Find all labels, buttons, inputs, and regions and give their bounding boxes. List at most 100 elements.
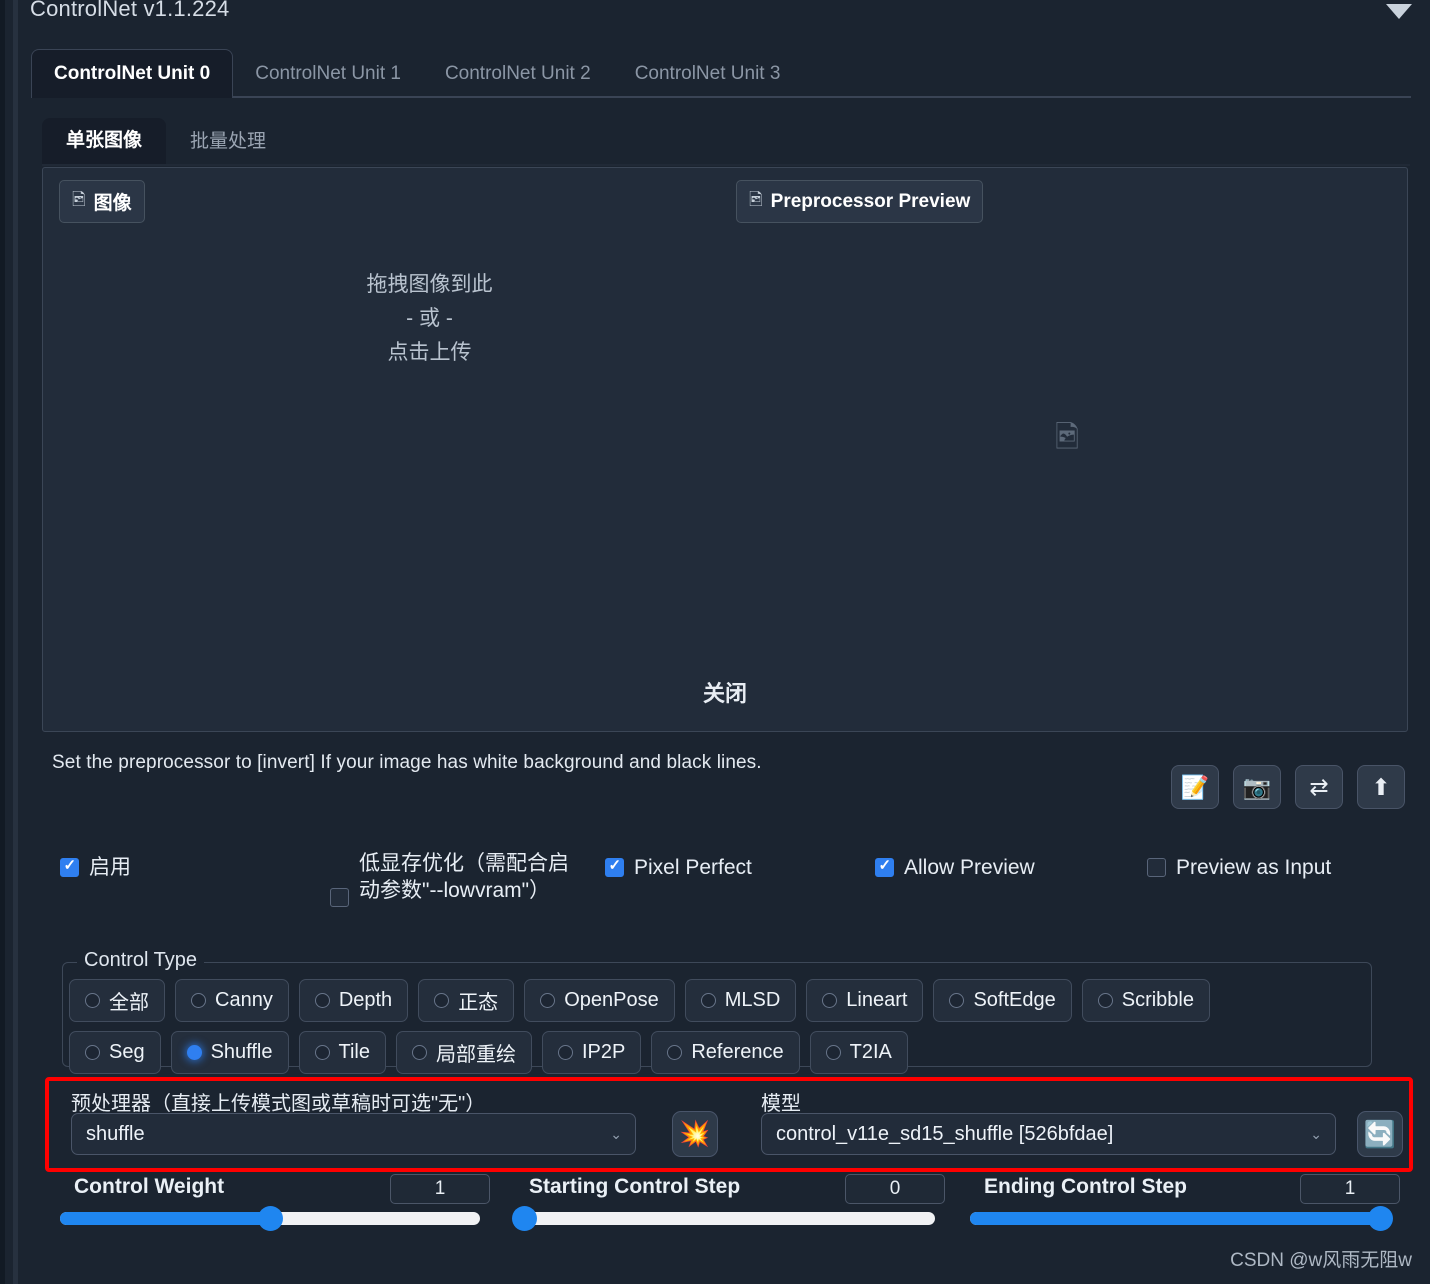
tab-controlnet-unit-0[interactable]: ControlNet Unit 0: [31, 49, 234, 98]
radio-label: Lineart: [846, 989, 908, 1011]
watermark: CSDN @w风雨无阻w: [1230, 1250, 1412, 1271]
slider-thumb[interactable]: [512, 1206, 537, 1231]
slider-thumb[interactable]: [258, 1206, 283, 1231]
upload-arrow-icon[interactable]: ⬆: [1357, 765, 1405, 809]
radio-mlsd[interactable]: MLSD: [684, 979, 797, 1022]
radio-depth[interactable]: Depth: [298, 979, 409, 1022]
tab-controlnet-unit-2[interactable]: ControlNet Unit 2: [423, 50, 613, 96]
radio-label: 正态: [458, 992, 499, 1014]
checkbox-box: [330, 888, 349, 907]
window-left-rail: [0, 0, 5, 1284]
tab-controlnet-unit-1[interactable]: ControlNet Unit 1: [233, 50, 423, 96]
radio-label: IP2P: [581, 1041, 626, 1063]
checkbox-box: [605, 856, 624, 877]
radio-label: MLSD: [724, 989, 781, 1011]
image-chip[interactable]: 🖻 图像: [59, 180, 145, 223]
radio-seg[interactable]: Seg: [69, 1031, 161, 1074]
slider-value-input[interactable]: 1: [1300, 1174, 1400, 1204]
preprocessor-hint-text: Set the preprocessor to [invert] If your…: [52, 752, 762, 773]
checkbox-lowvram[interactable]: 低显存优化（需配合启动参数"--lowvram"）: [330, 850, 570, 907]
control-type-row-1: 全部 Canny Depth 正态 OpenPose MLSD Lineart …: [69, 979, 1210, 1022]
slider-track[interactable]: [970, 1206, 1393, 1231]
radio-label: Seg: [109, 1041, 145, 1063]
slider-track[interactable]: [60, 1206, 480, 1231]
slider-fill: [970, 1212, 1390, 1225]
radio-openpose[interactable]: OpenPose: [524, 979, 675, 1022]
chevron-down-icon: ⌄: [1310, 1125, 1322, 1142]
model-label: 模型: [761, 1093, 801, 1115]
radio-dot: [667, 1045, 683, 1060]
chevron-down-icon[interactable]: [1386, 4, 1412, 19]
radio-t2ia[interactable]: T2IA: [809, 1031, 908, 1074]
edit-note-icon[interactable]: 📝: [1171, 765, 1219, 809]
tab-batch-process[interactable]: 批量处理: [166, 119, 290, 164]
radio-scribble[interactable]: Scribble: [1081, 979, 1210, 1022]
drop-line-2: - 或 -: [406, 307, 453, 330]
model-select[interactable]: control_v11e_sd15_shuffle [526bfdae] ⌄: [761, 1113, 1336, 1155]
checkbox-pixel-perfect[interactable]: Pixel Perfect: [605, 854, 752, 881]
slider-value-input[interactable]: 1: [390, 1174, 490, 1204]
camera-icon[interactable]: 📷: [1233, 765, 1281, 809]
radio-dot: [822, 993, 838, 1008]
tab-controlnet-unit-3[interactable]: ControlNet Unit 3: [613, 50, 803, 96]
radio-label: 全部: [109, 992, 149, 1014]
slider-thumb[interactable]: [1368, 1206, 1393, 1231]
explosion-icon: 💥: [679, 1119, 711, 1148]
image-icon: 🖻: [749, 190, 763, 209]
radio-label: Canny: [215, 989, 273, 1011]
radio-label: Shuffle: [210, 1041, 273, 1063]
radio-dot: [186, 1045, 202, 1060]
radio-label: T2IA: [849, 1041, 892, 1063]
radio-softedge[interactable]: SoftEdge: [933, 979, 1072, 1022]
radio-tile[interactable]: Tile: [298, 1031, 386, 1074]
checkbox-allow-preview[interactable]: Allow Preview: [875, 854, 1035, 881]
radio-dot: [1097, 993, 1113, 1008]
slider-label: Control Weight: [74, 1175, 225, 1198]
image-placeholder-icon: 🖻: [1055, 421, 1080, 454]
radio-label: 局部重绘: [435, 1044, 516, 1066]
slider-control-weight: Control Weight 1: [60, 1172, 490, 1231]
radio-all[interactable]: 全部: [69, 979, 165, 1022]
radio-reference[interactable]: Reference: [651, 1031, 800, 1074]
image-mode-tabs: 单张图像 批量处理: [42, 116, 1410, 166]
chevron-down-icon: ⌄: [610, 1125, 622, 1142]
slider-starting-control-step: Starting Control Step 0: [512, 1172, 945, 1231]
radio-shuffle[interactable]: Shuffle: [170, 1031, 289, 1074]
control-type-row-2: Seg Shuffle Tile 局部重绘 IP2P Reference T2I…: [69, 1031, 908, 1074]
refresh-models-button[interactable]: 🔄: [1357, 1111, 1403, 1157]
checkbox-box: [875, 856, 894, 877]
radio-dot: [191, 993, 206, 1008]
tab-single-image[interactable]: 单张图像: [42, 118, 167, 164]
checkbox-label: Pixel Perfect: [634, 856, 752, 879]
run-preprocessor-button[interactable]: 💥: [672, 1111, 718, 1157]
preprocessor-value: shuffle: [86, 1122, 145, 1145]
checkbox-enable[interactable]: 启用: [60, 854, 131, 881]
checkbox-label: 低显存优化（需配合启动参数"--lowvram"）: [359, 852, 569, 902]
image-drop-panel[interactable]: 🖻 图像 🖻 Preprocessor Preview 拖拽图像到此 - 或 -…: [42, 167, 1408, 732]
slider-value-input[interactable]: 0: [845, 1174, 945, 1204]
preprocessor-model-highlight: 预处理器（直接上传模式图或草稿时可选"无"） shuffle ⌄ 💥 模型 co…: [45, 1077, 1413, 1172]
controlnet-unit-tabs: ControlNet Unit 0 ControlNet Unit 1 Cont…: [31, 46, 1411, 98]
radio-canny[interactable]: Canny: [175, 979, 289, 1022]
radio-lineart[interactable]: Lineart: [806, 979, 924, 1022]
close-button[interactable]: 关闭: [43, 676, 1407, 708]
radio-inpaint[interactable]: 局部重绘: [395, 1031, 532, 1074]
radio-dot: [700, 993, 716, 1008]
slider-ending-control-step: Ending Control Step 1: [970, 1172, 1400, 1231]
radio-dot: [314, 993, 330, 1008]
refresh-icon: 🔄: [1363, 1118, 1397, 1149]
checkbox-preview-as-input[interactable]: Preview as Input: [1147, 854, 1331, 881]
radio-dot: [540, 993, 556, 1008]
slider-track[interactable]: [512, 1206, 935, 1231]
radio-dot: [434, 993, 450, 1008]
image-tool-buttons: 📝 📷 ⇄ ⬆: [1171, 765, 1405, 809]
slider-row: Control Weight 1 Starting Control Step 0…: [0, 1172, 1430, 1262]
radio-dot: [411, 1045, 427, 1060]
preprocessor-select[interactable]: shuffle ⌄: [71, 1113, 636, 1155]
swap-arrows-icon[interactable]: ⇄: [1295, 765, 1343, 809]
radio-normal[interactable]: 正态: [418, 979, 515, 1022]
radio-dot: [825, 1045, 841, 1060]
preprocessor-preview-chip[interactable]: 🖻 Preprocessor Preview: [736, 180, 984, 223]
radio-label: Tile: [338, 1041, 370, 1063]
radio-ip2p[interactable]: IP2P: [541, 1031, 642, 1074]
